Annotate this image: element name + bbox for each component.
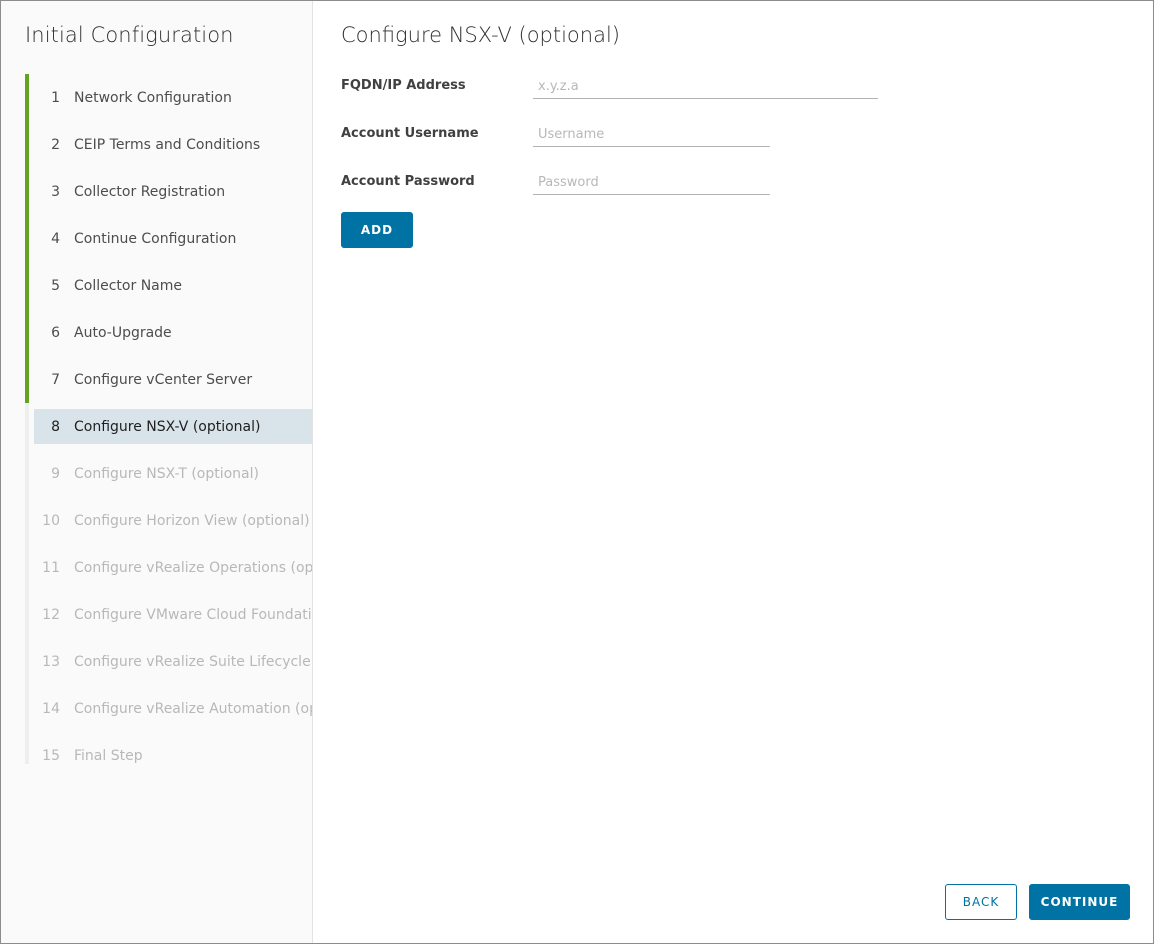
password-input[interactable] — [533, 171, 770, 195]
step-number: 4 — [51, 230, 60, 247]
step-3-collector-registration[interactable]: 3 Collector Registration — [25, 168, 312, 215]
step-11-configure-vrealize-operations: 11 Configure vRealize Operations (optiona… — [25, 544, 313, 591]
step-label: Configure vRealize Suite Lifecycle Manag… — [74, 653, 312, 670]
step-progress-bar — [25, 168, 29, 215]
step-label: Continue Configuration — [74, 230, 237, 247]
step-progress-bar — [25, 121, 29, 168]
step-progress-bar — [25, 74, 29, 121]
step-label: Configure vRealize Operations (optional) — [74, 559, 313, 576]
step-number: 1 — [51, 89, 60, 106]
step-1-network-configuration[interactable]: 1 Network Configuration — [25, 74, 312, 121]
step-label: Configure vCenter Server — [74, 371, 253, 388]
step-number: 14 — [42, 700, 60, 717]
step-label: CEIP Terms and Conditions — [74, 136, 261, 153]
step-number: 10 — [42, 512, 60, 529]
add-button[interactable]: ADD — [341, 212, 413, 248]
page-title: Configure NSX-V (optional) — [341, 23, 620, 47]
username-input[interactable] — [533, 123, 770, 147]
continue-button[interactable]: CONTINUE — [1029, 884, 1130, 920]
step-progress-bar — [25, 591, 29, 638]
step-progress-bar — [25, 638, 29, 685]
step-label: Configure VMware Cloud Foundation (optio… — [74, 606, 312, 623]
step-number: 9 — [51, 465, 60, 482]
wizard-content: Configure NSX-V (optional) FQDN/IP Addre… — [314, 1, 1153, 943]
step-number: 7 — [51, 371, 60, 388]
sidebar-title: Initial Configuration — [25, 23, 234, 47]
step-label: Auto-Upgrade — [74, 324, 172, 341]
step-progress-bar — [25, 685, 29, 732]
wizard-sidebar: Initial Configuration 1 Network Configura… — [1, 1, 313, 943]
step-number: 11 — [42, 559, 60, 576]
step-9-configure-nsx-t: 9 Configure NSX-T (optional) — [25, 450, 312, 497]
step-progress-bar — [25, 262, 29, 309]
step-8-configure-nsx-v[interactable]: 8 Configure NSX-V (optional) — [25, 403, 312, 450]
step-2-ceip-terms[interactable]: 2 CEIP Terms and Conditions — [25, 121, 312, 168]
step-label: Configure Horizon View (optional) — [74, 512, 310, 529]
step-12-configure-vmware-cloud-foundation: 12 Configure VMware Cloud Foundation (opt… — [25, 591, 312, 638]
step-progress-bar — [25, 356, 29, 403]
step-label: Collector Registration — [74, 183, 226, 200]
step-14-configure-vrealize-automation: 14 Configure vRealize Automation (optiona… — [25, 685, 312, 732]
step-progress-bar — [25, 309, 29, 356]
step-label: Final Step — [74, 747, 143, 764]
step-progress-bar — [25, 732, 29, 764]
step-label: Configure vRealize Automation (optional) — [74, 700, 312, 717]
step-number: 15 — [42, 747, 60, 764]
step-number: 5 — [51, 277, 60, 294]
step-number: 8 — [51, 418, 60, 435]
step-progress-bar — [25, 544, 29, 591]
step-6-auto-upgrade[interactable]: 6 Auto-Upgrade — [25, 309, 312, 356]
step-progress-bar — [25, 403, 29, 450]
step-progress-bar — [25, 215, 29, 262]
step-label: Network Configuration — [74, 89, 232, 106]
step-4-continue-configuration[interactable]: 4 Continue Configuration — [25, 215, 312, 262]
step-15-final-step: 15 Final Step — [25, 732, 312, 779]
step-label: Configure NSX-V (optional) — [74, 418, 261, 435]
fqdn-input[interactable] — [533, 75, 878, 99]
step-number: 2 — [51, 136, 60, 153]
step-10-configure-horizon-view: 10 Configure Horizon View (optional) — [25, 497, 312, 544]
wizard-dialog: Initial Configuration 1 Network Configura… — [0, 0, 1154, 944]
step-progress-bar — [25, 497, 29, 544]
step-list: 1 Network Configuration 2 CEIP Terms and C… — [25, 74, 313, 779]
fqdn-label: FQDN/IP Address — [341, 78, 466, 93]
step-number: 6 — [51, 324, 60, 341]
step-label: Configure NSX-T (optional) — [74, 465, 259, 482]
step-number: 3 — [51, 183, 60, 200]
step-7-configure-vcenter[interactable]: 7 Configure vCenter Server — [25, 356, 312, 403]
back-button[interactable]: BACK — [945, 884, 1017, 920]
step-label: Collector Name — [74, 277, 182, 294]
step-5-collector-name[interactable]: 5 Collector Name — [25, 262, 312, 309]
password-label: Account Password — [341, 174, 475, 189]
username-label: Account Username — [341, 126, 479, 141]
step-progress-bar — [25, 450, 29, 497]
step-13-configure-vrealize-suite-lifecycle: 13 Configure vRealize Suite Lifecycle Man… — [25, 638, 312, 685]
step-number: 13 — [42, 653, 60, 670]
step-number: 12 — [42, 606, 60, 623]
